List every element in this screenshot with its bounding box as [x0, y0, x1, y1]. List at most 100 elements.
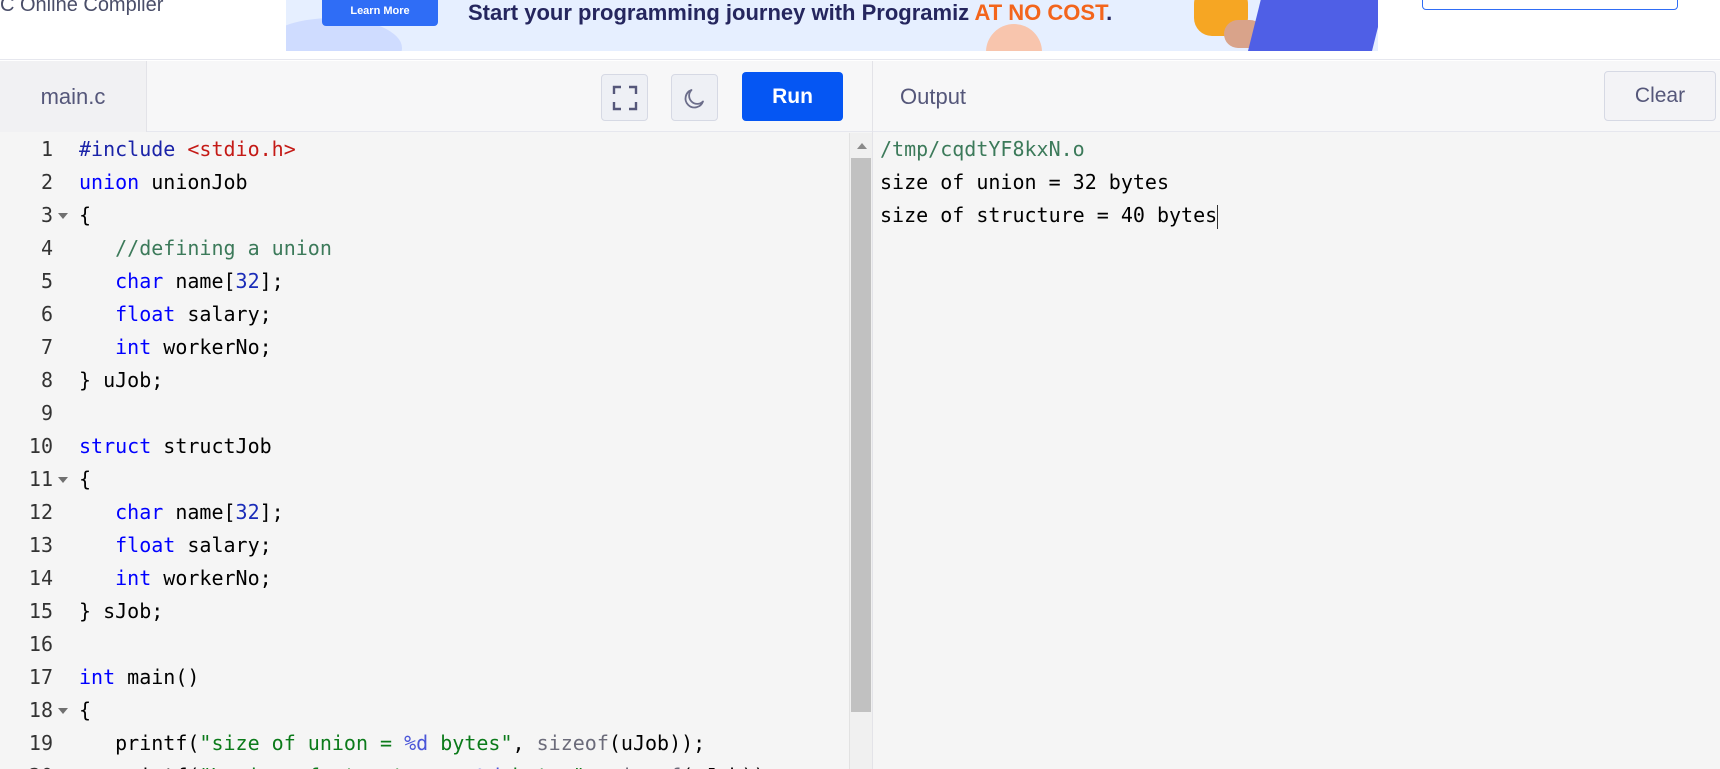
code-text: char name[32]; [79, 265, 284, 298]
line-number: 1 [40, 137, 53, 161]
output-console[interactable]: /tmp/cqdtYF8kxN.o size of union = 32 byt… [880, 133, 1710, 232]
code-token: 32 [235, 500, 260, 524]
line-number: 8 [40, 368, 53, 392]
line-number: 3 [40, 203, 53, 227]
line-number: 18 [28, 698, 53, 722]
code-token: } sJob; [79, 599, 164, 623]
code-token: bytes" [428, 731, 513, 755]
theme-toggle-button[interactable] [671, 74, 718, 121]
output-line-text: size of union = 32 bytes [880, 170, 1169, 194]
code-line[interactable]: 19 printf("size of union = %d bytes", si… [0, 727, 849, 760]
code-token: %d [404, 731, 429, 755]
text-cursor [1217, 204, 1219, 229]
code-token: union [79, 170, 140, 194]
output-title: Output [900, 84, 967, 109]
fold-arrow-icon[interactable] [58, 708, 68, 714]
code-line[interactable]: 10 struct structJob [0, 430, 849, 463]
clear-button[interactable]: Clear [1604, 71, 1716, 121]
code-line[interactable]: 13 float salary; [0, 529, 849, 562]
code-token: <stdio.h> [187, 137, 296, 161]
code-token: //defining a union [115, 236, 332, 260]
code-line[interactable]: 4 //defining a union [0, 232, 849, 265]
code-token: (sJob)); [681, 764, 777, 769]
code-line[interactable]: 16 [0, 628, 849, 661]
code-line[interactable]: 20 printf("\nsize of structure = %d byte… [0, 760, 849, 769]
editor-panel: main.c Run 1 #include <stdio.h> 2 union uni… [0, 61, 872, 769]
ad-text-main: Start your programming journey with Prog… [468, 0, 975, 25]
code-token: main() [115, 665, 200, 689]
code-token: , [512, 731, 537, 755]
line-number: 11 [28, 467, 53, 491]
code-text: int workerNo; [79, 331, 272, 364]
line-number: 4 [40, 236, 53, 260]
code-text: int main() [79, 661, 199, 694]
site-header: C Online Compiler Learn More Start your … [0, 0, 1720, 60]
code-line[interactable]: 7 int workerNo; [0, 331, 849, 364]
code-line[interactable]: 11 { [0, 463, 849, 496]
code-line[interactable]: 12 char name[32]; [0, 496, 849, 529]
ad-learn-more-button[interactable]: Learn More [322, 0, 438, 26]
code-line[interactable]: 15} sJob; [0, 595, 849, 628]
code-token: { [79, 203, 92, 227]
site-title[interactable]: C Online Compiler [0, 0, 163, 17]
file-tab-main-c[interactable]: main.c [0, 61, 147, 132]
ad-banner[interactable]: Learn More Start your programming journe… [286, 0, 1378, 51]
fullscreen-button[interactable] [601, 74, 648, 121]
line-number: 19 [28, 731, 53, 755]
code-token: workerNo; [151, 566, 272, 590]
code-token: sizeof [536, 731, 609, 755]
code-line[interactable]: 9 [0, 397, 849, 430]
ad-text-highlight: AT NO COST [974, 0, 1107, 25]
ad-text-end: . [1106, 0, 1113, 25]
code-token: char [115, 269, 164, 293]
code-token: salary; [175, 533, 272, 557]
code-text: union unionJob [79, 166, 248, 199]
output-path: /tmp/cqdtYF8kxN.o [880, 137, 1085, 161]
code-text: char name[32]; [79, 496, 284, 529]
code-line[interactable]: 5 char name[32]; [0, 265, 849, 298]
code-token: unionJob [139, 170, 248, 194]
code-token: structJob [151, 434, 272, 458]
code-token: float [115, 302, 176, 326]
scrollbar-thumb[interactable] [851, 158, 871, 712]
code-text: int workerNo; [79, 562, 272, 595]
code-line[interactable]: 6 float salary; [0, 298, 849, 331]
code-token: int [115, 335, 152, 359]
code-token: { [79, 698, 92, 722]
code-text: printf("size of union = %d bytes", sizeo… [79, 727, 705, 760]
code-line[interactable]: 17 int main() [0, 661, 849, 694]
header-outline-button[interactable] [1422, 0, 1678, 10]
code-token: salary; [175, 302, 272, 326]
code-line[interactable]: 1 #include <stdio.h> [0, 133, 849, 166]
code-text: printf("\nsize of structure = %d bytes",… [79, 760, 777, 769]
editor-scrollbar[interactable] [849, 133, 872, 769]
code-token: "size of union = [199, 731, 405, 755]
fold-arrow-icon[interactable] [58, 213, 68, 219]
code-editor[interactable]: 1 #include <stdio.h> 2 union unionJob 3{4 //… [0, 133, 849, 769]
code-token: int [79, 665, 116, 689]
code-token: char [115, 500, 164, 524]
code-text: //defining a union [79, 232, 332, 265]
code-token: workerNo; [151, 335, 272, 359]
code-token: struct [79, 434, 152, 458]
editor-toolbar: main.c Run [0, 61, 872, 132]
scroll-up-arrow-icon[interactable] [857, 143, 867, 149]
line-number: 2 [40, 170, 53, 194]
line-number: 7 [40, 335, 53, 359]
fold-arrow-icon[interactable] [58, 477, 68, 483]
code-line[interactable]: 8 } uJob; [0, 364, 849, 397]
code-token: "\nsize of structure = [199, 764, 476, 769]
code-token: (uJob)); [608, 731, 706, 755]
code-token: int [115, 566, 152, 590]
code-token: bytes" [500, 764, 585, 769]
code-text: } uJob; [79, 364, 163, 397]
code-line[interactable]: 3{ [0, 199, 849, 232]
code-token: , [585, 764, 609, 769]
code-line[interactable]: 18 { [0, 694, 849, 727]
code-line[interactable]: 14 int workerNo; [0, 562, 849, 595]
ad-decoration [986, 24, 1042, 51]
run-button[interactable]: Run [742, 72, 843, 121]
code-line[interactable]: 2 union unionJob [0, 166, 849, 199]
